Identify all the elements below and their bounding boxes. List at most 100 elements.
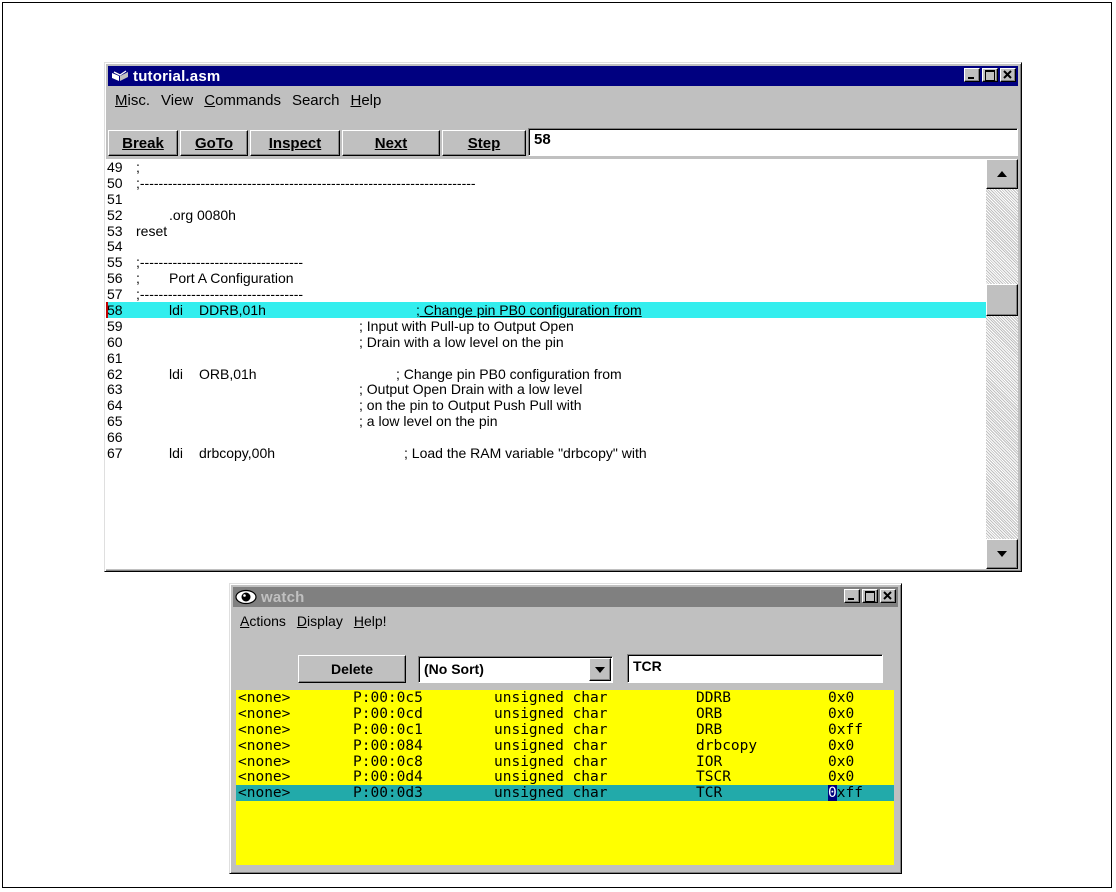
editor-titlebar[interactable]: tutorial.asm — [108, 66, 1018, 86]
watch-cell: <none> — [238, 721, 291, 738]
code-line[interactable]: 55 ;----------------------------------- — [106, 254, 986, 270]
symbol-input[interactable]: TCR — [627, 654, 883, 683]
line-number: 58 — [107, 302, 123, 319]
code-line[interactable]: 60 ; Drain with a low level on the pin — [106, 334, 986, 350]
watch-cell: unsigned char — [494, 737, 608, 754]
scroll-thumb[interactable] — [986, 284, 1018, 317]
code-text: ; Load the RAM variable "drbcopy" with — [404, 445, 647, 462]
line-number: 56 — [107, 270, 123, 287]
close-icon — [883, 591, 892, 600]
code-text: ; a low level on the pin — [359, 413, 498, 430]
watch-cell: P:00:0d4 — [353, 769, 423, 786]
code-text: ;---------------------------------------… — [136, 174, 476, 191]
watch-maximize-button[interactable] — [862, 589, 878, 603]
watch-row[interactable]: <none> P:00:0cd unsigned char ORB 0x0 — [236, 706, 894, 722]
code-line[interactable]: 67 ldi drbcopy,00h ; Load the RAM variable … — [106, 445, 986, 461]
watch-row[interactable]: <none> P:00:0c8 unsigned char IOR 0x0 — [236, 754, 894, 770]
code-text: ldi — [169, 365, 184, 382]
watch-cell: unsigned char — [494, 785, 608, 802]
line-number: 61 — [107, 349, 123, 366]
code-text: ; Drain with a low level on the pin — [359, 333, 564, 350]
line-number: 53 — [107, 222, 123, 239]
watch-cell: 0x0 — [828, 753, 855, 770]
line-number: 63 — [107, 381, 123, 398]
code-line[interactable]: 56; Port A Configuration — [106, 270, 986, 286]
code-line[interactable]: 63 ; Output Open Drain with a low level — [106, 381, 986, 397]
editor-vertical-scrollbar[interactable] — [986, 159, 1018, 569]
scroll-down-button[interactable] — [986, 539, 1018, 569]
watch-row[interactable]: <none> P:00:0c5 unsigned char DDRB 0x0 — [236, 690, 894, 706]
code-text: ; Change pin PB0 configuration from — [416, 302, 642, 319]
watch-cell: 0xff — [828, 721, 863, 738]
arrow-up-icon — [997, 171, 1007, 177]
value-text: xff — [836, 785, 863, 802]
code-text: drbcopy,00h — [199, 445, 276, 462]
break-button[interactable]: Break — [108, 130, 178, 156]
menu-actions[interactable]: Actions — [240, 613, 286, 629]
code-line[interactable]: 49; — [106, 159, 986, 175]
watch-row[interactable]: <none> P:00:0c1 unsigned char DRB 0xff — [236, 722, 894, 738]
editor-menubar: Misc. View Commands Search Help — [109, 89, 386, 111]
code-line[interactable]: 52 .org 0080h — [106, 207, 986, 223]
watch-cell: P:00:084 — [353, 737, 423, 754]
code-line[interactable]: 66 — [106, 429, 986, 445]
code-text: DDRB,01h — [199, 302, 266, 319]
eye-icon — [235, 589, 257, 605]
watch-cell: unsigned char — [494, 705, 608, 722]
menu-help[interactable]: Help — [350, 92, 381, 109]
sort-select[interactable]: (No Sort) — [418, 656, 613, 683]
inspect-button[interactable]: Inspect — [250, 130, 340, 156]
watch-cell: IOR — [696, 753, 723, 770]
watch-close-button[interactable] — [880, 589, 896, 603]
watch-row[interactable]: <none> P:00:0d4 unsigned char TSCR 0x0 — [236, 769, 894, 785]
next-button[interactable]: Next — [342, 130, 440, 156]
code-text: ; Change pin PB0 configuration from — [396, 365, 622, 382]
watch-row[interactable]: <none> P:00:084 unsigned char drbcopy 0x0 — [236, 738, 894, 754]
maximize-button[interactable] — [982, 68, 998, 82]
watch-cell: <none> — [238, 705, 291, 722]
menu-display[interactable]: Display — [297, 613, 343, 629]
code-line[interactable]: 58 ldi DDRB,01h ; Change pin PB0 configurat… — [106, 302, 986, 319]
line-number: 60 — [107, 333, 123, 350]
line-number: 64 — [107, 397, 123, 414]
step-button[interactable]: Step — [442, 130, 526, 156]
watch-minimize-button[interactable] — [844, 589, 860, 603]
code-line[interactable]: 65 ; a low level on the pin — [106, 413, 986, 429]
code-line[interactable]: 61 — [106, 350, 986, 366]
menu-view[interactable]: View — [161, 92, 193, 109]
line-number: 62 — [107, 365, 123, 382]
menu-misc[interactable]: Misc. — [115, 92, 150, 109]
code-text: ; — [136, 159, 140, 175]
text-cursor — [106, 302, 108, 319]
scroll-up-button[interactable] — [986, 159, 1018, 189]
watch-title: watch — [261, 588, 305, 606]
code-line[interactable]: 57 ;----------------------------------- — [106, 286, 986, 302]
menu-commands[interactable]: Commands — [204, 92, 281, 109]
line-number: 49 — [107, 159, 123, 175]
watch-cell: 0x0 — [828, 769, 855, 786]
watch-row[interactable]: <none> P:00:0d3 unsigned char TCR 0xff — [236, 785, 894, 802]
minimize-button[interactable] — [964, 68, 980, 82]
source-code-pane[interactable]: 49; 50 ;----------------------------------… — [106, 159, 986, 569]
watch-titlebar[interactable]: watch — [233, 587, 898, 607]
watch-cell: ORB — [696, 705, 723, 722]
code-line[interactable]: 59 ; Input with Pull-up to Output Open — [106, 318, 986, 334]
code-text: Port A Configuration — [169, 270, 294, 287]
sort-dropdown-button[interactable] — [589, 658, 611, 681]
code-line[interactable]: 53 reset — [106, 223, 986, 239]
code-line[interactable]: 54 — [106, 238, 986, 254]
watch-list[interactable]: <none> P:00:0c5 unsigned char DDRB 0x0 <none>… — [236, 690, 894, 865]
menu-search[interactable]: Search — [292, 92, 340, 109]
maximize-icon — [985, 70, 995, 81]
code-line[interactable]: 51 — [106, 191, 986, 207]
menu-help-watch[interactable]: Help! — [354, 613, 387, 629]
delete-button[interactable]: Delete — [298, 655, 406, 683]
line-number-field[interactable]: 58 — [528, 128, 1018, 156]
watch-cell: 0x0 — [828, 705, 855, 722]
code-line[interactable]: 50 ;-------------------------------------… — [106, 175, 986, 191]
code-line[interactable]: 64 ; on the pin to Output Push Pull with — [106, 397, 986, 413]
code-line[interactable]: 62 ldi ORB,01h ; Change pin PB0 configurati… — [106, 366, 986, 382]
close-button[interactable] — [1000, 68, 1016, 82]
value-cursor: 0 — [828, 785, 837, 802]
goto-button[interactable]: GoTo — [180, 130, 248, 156]
